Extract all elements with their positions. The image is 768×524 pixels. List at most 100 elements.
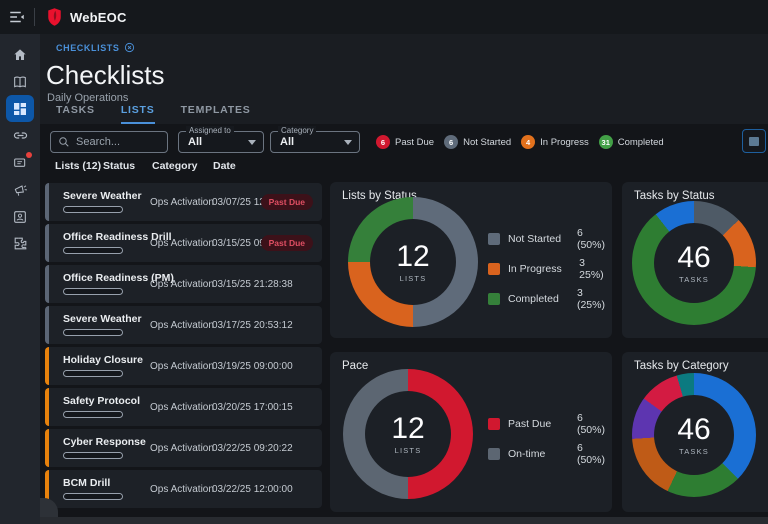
list-date: 03/22/25 09:20:22 (212, 443, 293, 454)
list-item-severe-weather-2[interactable]: Severe Weather Ops Activation 03/17/25 2… (45, 306, 322, 344)
progress-bar (63, 370, 123, 377)
home-icon (12, 47, 28, 63)
progress-bar (63, 288, 123, 295)
list-item-bcm-drill[interactable]: BCM Drill Ops Activation 03/22/25 12:00:… (45, 470, 322, 508)
legend-item: On-time 6 (50%) (488, 442, 612, 466)
tab-lists[interactable]: LISTS (121, 104, 155, 124)
sidebar-item-contacts[interactable] (6, 203, 34, 230)
in-progress-count-badge: 4 (521, 135, 535, 149)
legend-item: Not Started 6 (50%) (488, 227, 612, 251)
legend-value: 3 25%) (579, 257, 612, 281)
list-item-severe-weather-1[interactable]: Severe Weather Ops Activation 03/07/25 1… (45, 183, 322, 221)
legend-swatch (488, 448, 500, 460)
sidebar-item-home[interactable] (6, 41, 34, 68)
sidebar-item-boards-active[interactable] (6, 95, 34, 122)
status-legend: 6 Past Due 6 Not Started 4 In Progress 3… (376, 131, 664, 153)
status-accent-bar (45, 306, 49, 344)
donut-center: 12 LISTS (365, 391, 451, 477)
list-item-office-readiness-pm[interactable]: Office Readiness (PM) Ops Activation 03/… (45, 265, 322, 303)
dashboard-icon (12, 101, 28, 117)
notification-dot (26, 152, 32, 158)
sidebar-item-plugins[interactable] (6, 230, 34, 257)
sidebar-collapse-button[interactable] (0, 0, 34, 34)
list-date: 03/17/25 20:53:12 (212, 320, 293, 331)
list-category: Ops Activation (150, 402, 214, 413)
panel-title: Tasks by Status (634, 190, 715, 202)
donut-center-label: LISTS (400, 274, 427, 283)
panel-tasks-by-category: Tasks by Category 46 TASKS (622, 352, 768, 512)
status-accent-bar (45, 347, 49, 385)
list-category: Ops Activation (150, 320, 214, 331)
chevron-down-icon (248, 140, 256, 145)
status-accent-bar (45, 429, 49, 467)
donut-center-label: TASKS (679, 447, 709, 456)
page-subtitle: Daily Operations (47, 92, 128, 104)
main-content: Assigned to All Category All 6 Past Due … (40, 124, 768, 517)
category-value: All (280, 136, 294, 148)
lists-by-status-donut[interactable]: 12 LISTS (348, 197, 478, 327)
column-category: Category (152, 160, 198, 172)
list-item-safety-protocol[interactable]: Safety Protocol Ops Activation 03/20/25 … (45, 388, 322, 426)
breadcrumb-label: CHECKLISTS (56, 43, 120, 53)
list-item-cyber-response[interactable]: Cyber Response Ops Activation 03/22/25 0… (45, 429, 322, 467)
tab-bar: TASKS LISTS TEMPLATES (40, 104, 768, 124)
sidebar-item-announcements[interactable] (6, 176, 34, 203)
donut-center-label: TASKS (679, 275, 709, 284)
sidebar-item-links[interactable] (6, 122, 34, 149)
donut-center-label: LISTS (395, 446, 422, 455)
list-category: Ops Activation (150, 443, 214, 454)
list-item-office-readiness-drill[interactable]: Office Readiness Drill Ops Activation 03… (45, 224, 322, 262)
category-label: Category (278, 126, 316, 135)
past-due-badge: Past Due (261, 235, 313, 251)
view-toggle-button[interactable] (742, 129, 766, 153)
search-box[interactable] (50, 131, 168, 153)
window-bottom-edge (0, 517, 768, 524)
legend-label: In Progress (508, 263, 571, 275)
checklist-rows: Severe Weather Ops Activation 03/07/25 1… (45, 183, 322, 511)
legend-item: Past Due 6 (50%) (488, 412, 612, 436)
panel-tasks-by-status: Tasks by Status 46 TASKS (622, 182, 768, 338)
past-due-label: Past Due (395, 137, 434, 148)
tab-tasks[interactable]: TASKS (56, 104, 95, 124)
legend-swatch (488, 293, 500, 305)
sidebar-item-maps[interactable] (6, 68, 34, 95)
legend-past-due: 6 Past Due (376, 135, 434, 149)
progress-bar (63, 206, 123, 213)
status-accent-bar (45, 183, 49, 221)
list-item-holiday-closure[interactable]: Holiday Closure Ops Activation 03/19/25 … (45, 347, 322, 385)
sidebar-item-messages[interactable] (6, 149, 34, 176)
not-started-label: Not Started (463, 137, 511, 148)
panel-lists-by-status: Lists by Status 12 LISTS Not Started 6 (… (330, 182, 612, 338)
pace-donut[interactable]: 12 LISTS (343, 369, 473, 499)
legend-swatch (488, 418, 500, 430)
legend-item: Completed 3 (25%) (488, 287, 612, 311)
assigned-to-label: Assigned to (186, 126, 234, 135)
tasks-by-status-donut[interactable]: 46 TASKS (632, 201, 756, 325)
list-name: BCM Drill (63, 477, 110, 489)
legend-swatch (488, 233, 500, 245)
breadcrumb-chip-checklists[interactable]: CHECKLISTS (56, 42, 135, 53)
donut-center-value: 46 (677, 243, 710, 273)
assigned-to-select[interactable]: Assigned to All (178, 131, 264, 153)
assigned-to-value: All (188, 136, 202, 148)
list-date: 03/22/25 12:00:00 (212, 484, 293, 495)
progress-bar (63, 493, 123, 500)
list-column-headers: Lists (12) Status Category Date (40, 160, 330, 176)
status-accent-bar (45, 265, 49, 303)
search-input[interactable] (76, 136, 156, 148)
tasks-by-category-donut[interactable]: 46 TASKS (632, 373, 756, 497)
legend-swatch (488, 263, 500, 275)
category-select[interactable]: Category All (270, 131, 360, 153)
progress-bar (63, 452, 123, 459)
list-category: Ops Activation (150, 197, 214, 208)
shield-logo-icon (47, 7, 62, 27)
not-started-count-badge: 6 (444, 135, 458, 149)
list-name: Severe Weather (63, 313, 142, 325)
tab-templates[interactable]: TEMPLATES (181, 104, 251, 124)
donut-center: 46 TASKS (654, 223, 734, 303)
pace-legend: Past Due 6 (50%) On-time 6 (50%) (488, 412, 612, 466)
column-date: Date (213, 160, 236, 172)
panel-title: Tasks by Category (634, 360, 729, 372)
circle-close-icon[interactable] (124, 42, 135, 53)
list-date: 03/19/25 09:00:00 (212, 361, 293, 372)
